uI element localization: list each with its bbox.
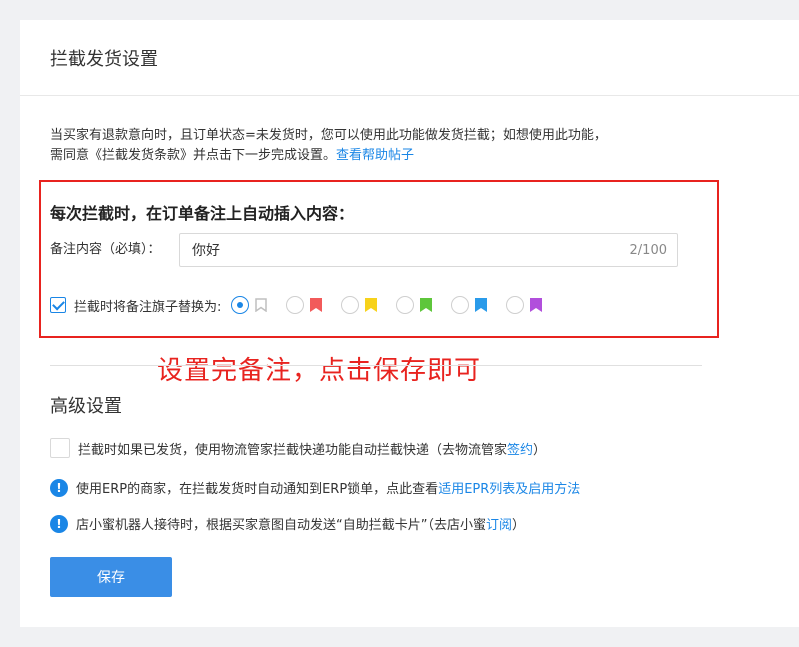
flag-yellow-icon [365, 298, 378, 312]
bot-suffix: ） [512, 518, 526, 533]
flag-radio-green[interactable] [396, 296, 415, 314]
flag-option-red[interactable] [286, 296, 323, 314]
flag-radio-gray[interactable] [231, 296, 250, 314]
logistics-suffix: ） [533, 442, 547, 458]
flag-replace-row: 拦截时将备注旗子替换为: [50, 294, 561, 316]
settings-card: 拦截发货设置 当买家有退款意向时，且订单状态=未发货时，您可以使用此功能做发货拦… [20, 20, 799, 627]
flag-option-gray[interactable] [231, 296, 268, 314]
description: 当买家有退款意向时，且订单状态=未发货时，您可以使用此功能做发货拦截；如想使用此… [50, 126, 750, 166]
description-line-2-text: 需同意《拦截发货条款》并点击下一步完成设置。 [50, 148, 337, 163]
page-header: 拦截发货设置 [20, 20, 799, 96]
flag-option-green[interactable] [396, 296, 433, 314]
divider [50, 365, 702, 366]
flag-options [231, 296, 561, 314]
remark-char-count: 2/100 [629, 242, 667, 258]
logistics-intercept-checkbox[interactable] [50, 438, 70, 458]
flag-green-icon [420, 298, 433, 312]
flag-radio-purple[interactable] [506, 296, 525, 314]
remark-input[interactable]: 你好 2/100 [179, 233, 678, 267]
description-line-1: 当买家有退款意向时，且订单状态=未发货时，您可以使用此功能做发货拦截；如想使用此… [50, 128, 607, 143]
flag-purple-icon [530, 298, 543, 312]
logistics-text: 拦截时如果已发货，使用物流管家拦截快递功能自动拦截快递（去物流管家 [78, 442, 508, 458]
flag-option-purple[interactable] [506, 296, 543, 314]
flag-radio-blue[interactable] [451, 296, 470, 314]
flag-blue-icon [475, 298, 488, 312]
bot-text: 店小蜜机器人接待时，根据买家意图自动发送“自助拦截卡片”（去店小蜜 [76, 518, 486, 533]
flag-radio-yellow[interactable] [341, 296, 360, 314]
logistics-sign-link[interactable]: 签约 [507, 439, 533, 458]
advanced-row-bot: ! 店小蜜机器人接待时，根据买家意图自动发送“自助拦截卡片”（去店小蜜 订阅） [50, 514, 525, 533]
erp-text: 使用ERP的商家，在拦截发货时自动通知到ERP锁单，点此查看 [76, 482, 439, 497]
remark-label: 备注内容（必填）： [50, 242, 161, 257]
flag-option-yellow[interactable] [341, 296, 378, 314]
advanced-row-logistics: 拦截时如果已发货，使用物流管家拦截快递功能自动拦截快递（去物流管家 签约） [50, 438, 546, 458]
page-title: 拦截发货设置 [50, 48, 158, 70]
advanced-title: 高级设置 [50, 396, 122, 417]
flag-gray-icon [255, 298, 268, 312]
save-button[interactable]: 保存 [50, 557, 172, 597]
bot-subscribe-link[interactable]: 订阅 [486, 514, 512, 533]
annotation-text: 设置完备注，点击保存即可 [157, 356, 482, 386]
remark-input-value: 你好 [192, 243, 220, 259]
info-icon: ! [50, 478, 68, 497]
help-link[interactable]: 查看帮助帖子 [336, 148, 414, 163]
flag-radio-red[interactable] [286, 296, 305, 314]
info-icon: ! [50, 514, 68, 533]
flag-red-icon [310, 298, 323, 312]
rule-title: 每次拦截时，在订单备注上自动插入内容： [50, 204, 355, 223]
erp-list-link[interactable]: 适用EPR列表及启用方法 [438, 478, 580, 497]
flag-replace-checkbox[interactable] [50, 297, 66, 313]
advanced-row-erp: ! 使用ERP的商家，在拦截发货时自动通知到ERP锁单，点此查看 适用EPR列表及… [50, 478, 580, 497]
flag-replace-label: 拦截时将备注旗子替换为: [74, 299, 222, 315]
description-line-2: 需同意《拦截发货条款》并点击下一步完成设置。查看帮助帖子 [50, 146, 750, 166]
flag-option-blue[interactable] [451, 296, 488, 314]
